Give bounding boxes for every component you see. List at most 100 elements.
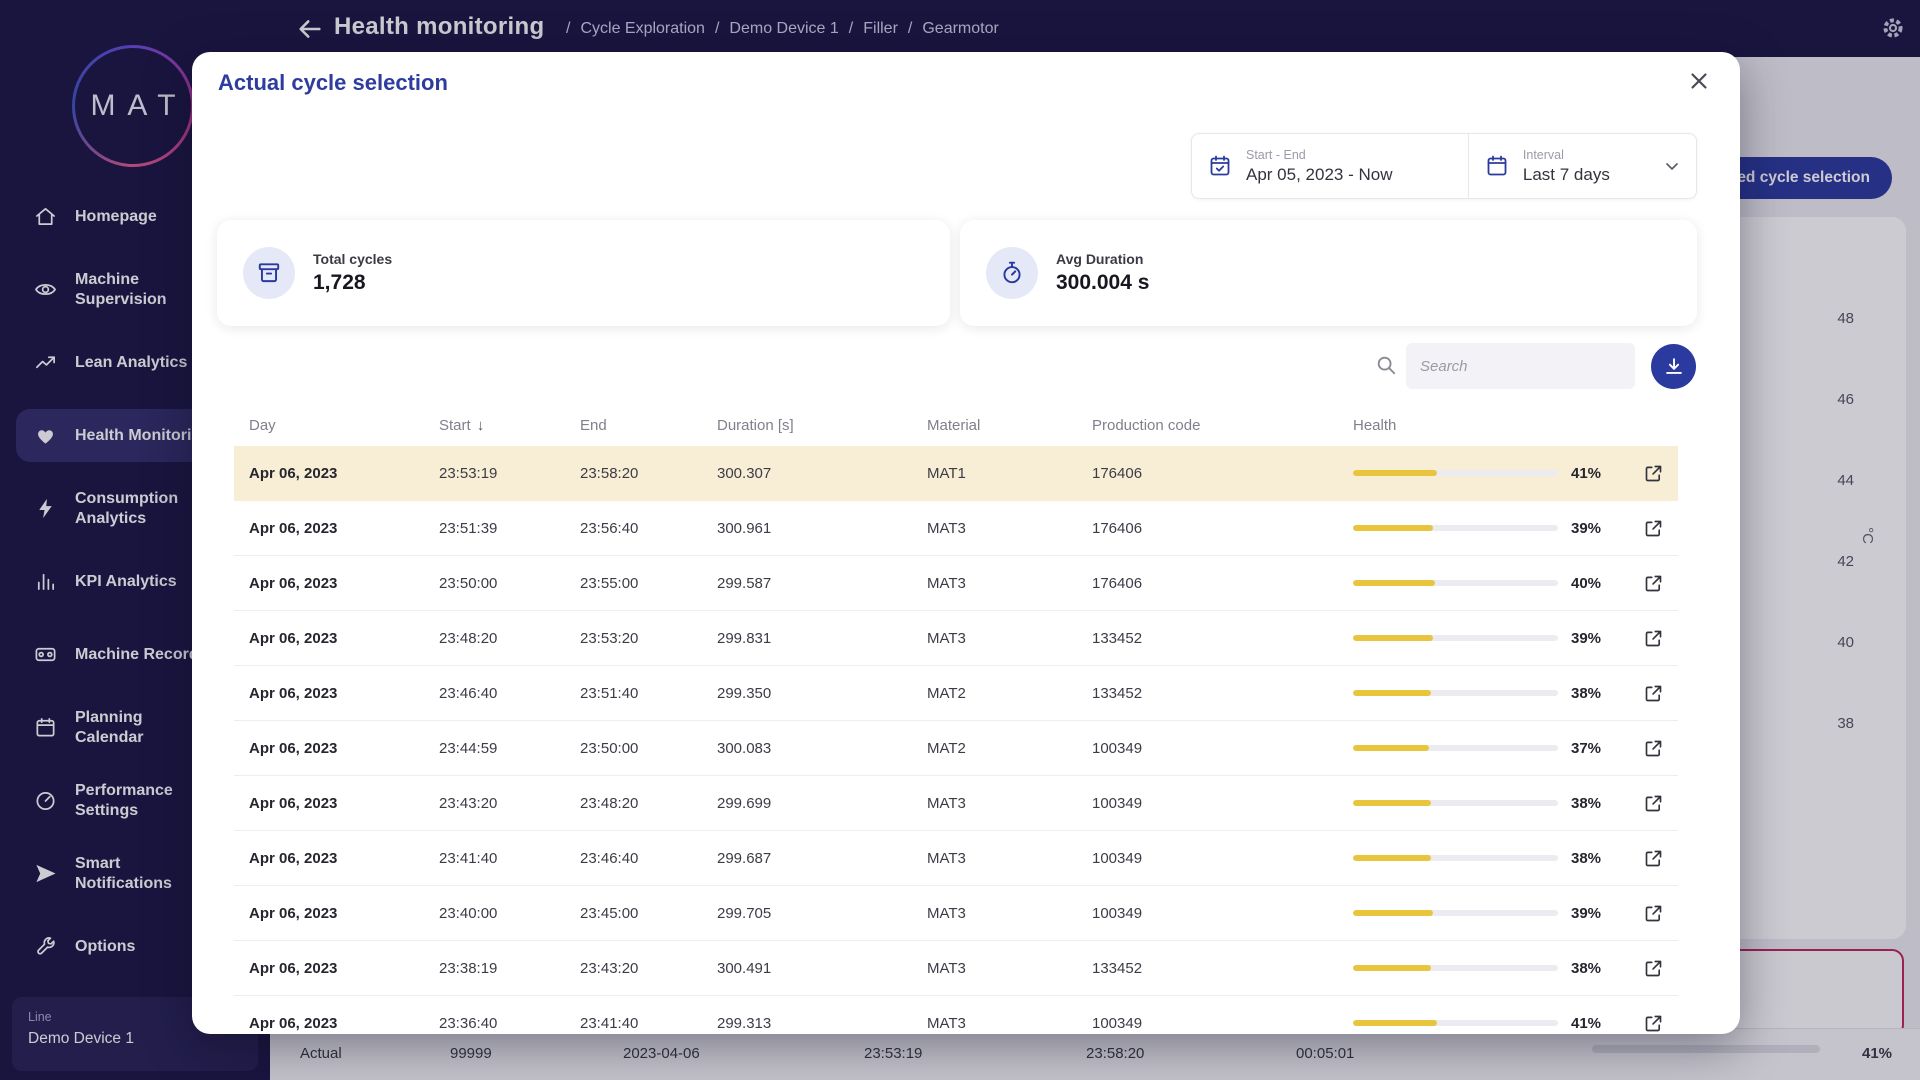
cell-health-percent: 39% [1571, 630, 1629, 647]
column-health[interactable]: Health [1353, 417, 1571, 434]
cell-material: MAT3 [927, 905, 1092, 922]
modal-title: Actual cycle selection [218, 70, 448, 96]
cell-day: Apr 06, 2023 [249, 740, 439, 757]
cell-end: 23:45:00 [580, 905, 717, 922]
stopwatch-icon [986, 247, 1038, 299]
calendar-icon [1485, 154, 1509, 178]
cell-health-percent: 40% [1571, 575, 1629, 592]
avg-duration-card: Avg Duration 300.004 s [960, 220, 1697, 326]
cell-duration: 299.705 [717, 905, 927, 922]
date-range-label: Start - End [1246, 148, 1392, 162]
health-bar [1353, 800, 1571, 806]
cell-duration: 300.491 [717, 960, 927, 977]
actual-cycle-selection-modal: Actual cycle selection Start - End Apr 0… [192, 52, 1740, 1034]
cell-material: MAT2 [927, 740, 1092, 757]
cell-production-code: 100349 [1092, 850, 1353, 867]
cell-health-percent: 41% [1571, 1015, 1629, 1032]
table-row[interactable]: Apr 06, 2023 23:44:59 23:50:00 300.083 M… [234, 721, 1678, 776]
cell-end: 23:48:20 [580, 795, 717, 812]
total-cycles-value: 1,728 [313, 271, 392, 295]
open-cycle-button[interactable] [1629, 463, 1678, 484]
cell-material: MAT3 [927, 795, 1092, 812]
date-range-picker[interactable]: Start - End Apr 05, 2023 - Now [1192, 134, 1469, 198]
health-bar [1353, 470, 1571, 476]
table-row[interactable]: Apr 06, 2023 23:41:40 23:46:40 299.687 M… [234, 831, 1678, 886]
interval-select[interactable]: Interval Last 7 days [1469, 134, 1696, 198]
cell-day: Apr 06, 2023 [249, 630, 439, 647]
cell-day: Apr 06, 2023 [249, 520, 439, 537]
cell-duration: 299.687 [717, 850, 927, 867]
column-end[interactable]: End [580, 417, 717, 434]
cell-production-code: 133452 [1092, 960, 1353, 977]
cell-start: 23:36:40 [439, 1015, 580, 1032]
chevron-down-icon [1662, 156, 1682, 176]
cell-start: 23:53:19 [439, 465, 580, 482]
table-row[interactable]: Apr 06, 2023 23:43:20 23:48:20 299.699 M… [234, 776, 1678, 831]
interval-label: Interval [1523, 148, 1610, 162]
download-button[interactable] [1651, 344, 1696, 389]
cell-health-percent: 41% [1571, 465, 1629, 482]
cell-day: Apr 06, 2023 [249, 1015, 439, 1032]
health-bar [1353, 855, 1571, 861]
cell-material: MAT3 [927, 630, 1092, 647]
column-production-code[interactable]: Production code [1092, 417, 1353, 434]
table-row[interactable]: Apr 06, 2023 23:38:19 23:43:20 300.491 M… [234, 941, 1678, 996]
open-cycle-button[interactable] [1629, 793, 1678, 814]
cell-start: 23:40:00 [439, 905, 580, 922]
table-row[interactable]: Apr 06, 2023 23:46:40 23:51:40 299.350 M… [234, 666, 1678, 721]
table-row[interactable]: Apr 06, 2023 23:51:39 23:56:40 300.961 M… [234, 501, 1678, 556]
cell-material: MAT3 [927, 520, 1092, 537]
column-material[interactable]: Material [927, 417, 1092, 434]
close-icon[interactable] [1686, 68, 1712, 94]
cell-end: 23:58:20 [580, 465, 717, 482]
table-row[interactable]: Apr 06, 2023 23:53:19 23:58:20 300.307 M… [234, 446, 1678, 501]
cell-health-percent: 38% [1571, 685, 1629, 702]
table-row[interactable]: Apr 06, 2023 23:48:20 23:53:20 299.831 M… [234, 611, 1678, 666]
open-cycle-button[interactable] [1629, 1013, 1678, 1034]
health-bar [1353, 525, 1571, 531]
cell-start: 23:41:40 [439, 850, 580, 867]
cell-day: Apr 06, 2023 [249, 685, 439, 702]
table-row[interactable]: Apr 06, 2023 23:36:40 23:41:40 299.313 M… [234, 996, 1678, 1034]
cell-health-percent: 39% [1571, 905, 1629, 922]
cell-material: MAT3 [927, 960, 1092, 977]
search-input[interactable] [1406, 343, 1635, 389]
cell-production-code: 176406 [1092, 575, 1353, 592]
cell-health-percent: 39% [1571, 520, 1629, 537]
cell-start: 23:44:59 [439, 740, 580, 757]
health-bar [1353, 965, 1571, 971]
calendar-check-icon [1208, 154, 1232, 178]
column-day[interactable]: Day [249, 417, 439, 434]
cell-production-code: 100349 [1092, 1015, 1353, 1032]
cell-end: 23:51:40 [580, 685, 717, 702]
open-cycle-button[interactable] [1629, 573, 1678, 594]
open-cycle-button[interactable] [1629, 628, 1678, 649]
table-row[interactable]: Apr 06, 2023 23:40:00 23:45:00 299.705 M… [234, 886, 1678, 941]
open-cycle-button[interactable] [1629, 903, 1678, 924]
cell-end: 23:55:00 [580, 575, 717, 592]
cell-start: 23:38:19 [439, 960, 580, 977]
cell-health-percent: 38% [1571, 850, 1629, 867]
open-cycle-button[interactable] [1629, 683, 1678, 704]
cell-start: 23:46:40 [439, 685, 580, 702]
table-row[interactable]: Apr 06, 2023 23:50:00 23:55:00 299.587 M… [234, 556, 1678, 611]
total-cycles-label: Total cycles [313, 251, 392, 267]
cell-production-code: 133452 [1092, 630, 1353, 647]
cell-end: 23:41:40 [580, 1015, 717, 1032]
open-cycle-button[interactable] [1629, 518, 1678, 539]
column-start[interactable]: Start↓ [439, 417, 580, 434]
open-cycle-button[interactable] [1629, 738, 1678, 759]
cell-health-percent: 37% [1571, 740, 1629, 757]
cell-duration: 300.307 [717, 465, 927, 482]
cell-end: 23:46:40 [580, 850, 717, 867]
cell-duration: 299.313 [717, 1015, 927, 1032]
cell-duration: 300.083 [717, 740, 927, 757]
open-cycle-button[interactable] [1629, 958, 1678, 979]
cell-day: Apr 06, 2023 [249, 575, 439, 592]
column-duration[interactable]: Duration [s] [717, 417, 927, 434]
open-cycle-button[interactable] [1629, 848, 1678, 869]
cell-duration: 300.961 [717, 520, 927, 537]
cell-start: 23:50:00 [439, 575, 580, 592]
cell-start: 23:51:39 [439, 520, 580, 537]
total-cycles-card: Total cycles 1,728 [217, 220, 950, 326]
